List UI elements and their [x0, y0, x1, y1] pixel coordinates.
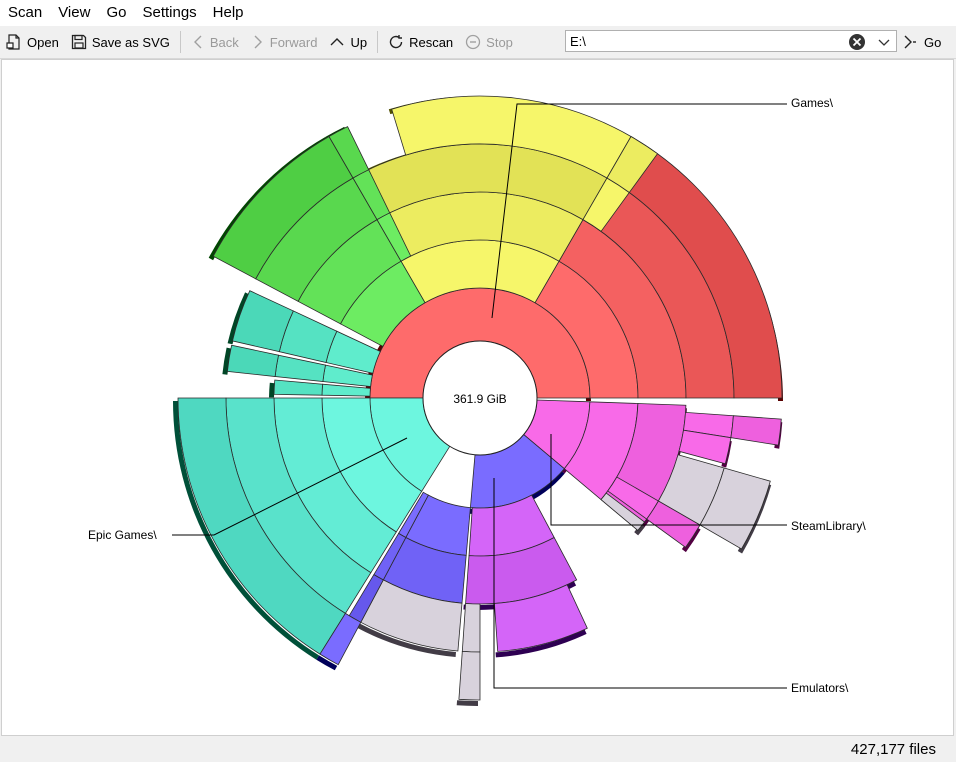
- stop-icon: [466, 34, 481, 50]
- menu-help[interactable]: Help: [205, 0, 252, 26]
- forward-label: Forward: [269, 34, 318, 50]
- segment-steam-outer[interactable]: [730, 415, 782, 446]
- up-button[interactable]: Up: [323, 28, 373, 56]
- go-button[interactable]: Go: [902, 30, 941, 54]
- toolbar-divider: [377, 31, 379, 53]
- file-count: 427,177 files: [850, 741, 936, 758]
- back-button[interactable]: Back: [185, 28, 245, 56]
- go-label: Go: [924, 34, 942, 50]
- open-label: Open: [27, 34, 59, 50]
- open-button[interactable]: Open: [0, 28, 65, 56]
- label-steamlibrary: SteamLibrary\: [791, 519, 866, 533]
- stop-button[interactable]: Stop: [459, 28, 519, 56]
- menu-go[interactable]: Go: [98, 0, 134, 26]
- menu-scan[interactable]: Scan: [0, 0, 50, 26]
- go-arrow-icon: [904, 35, 916, 49]
- menu-settings[interactable]: Settings: [134, 0, 204, 26]
- path-input[interactable]: [570, 32, 840, 50]
- menu-view[interactable]: View: [50, 0, 98, 26]
- save-svg-label: Save as SVG: [91, 34, 170, 50]
- stop-label: Stop: [486, 34, 513, 50]
- sunburst-chart-area[interactable]: 361.9 GiB Games\ SteamLibrary\ Emulators…: [1, 59, 954, 736]
- sunburst-chart: 361.9 GiB Games\ SteamLibrary\ Emulators…: [88, 95, 866, 707]
- up-label: Up: [350, 34, 368, 50]
- label-emulators: Emulators\: [791, 681, 849, 695]
- toolbar-divider: [179, 31, 181, 53]
- chevron-down-icon[interactable]: [876, 34, 892, 50]
- rescan-button[interactable]: Rescan: [382, 28, 459, 56]
- clear-icon[interactable]: [848, 33, 866, 51]
- label-games: Games\: [791, 96, 834, 110]
- segment-emulators-strip[interactable]: [458, 650, 481, 701]
- segment-games-teal-strip[interactable]: [273, 379, 324, 396]
- path-combobox[interactable]: [565, 30, 897, 52]
- segment-emulators-strip-depth: [456, 700, 478, 707]
- chevron-right-icon: [254, 35, 262, 49]
- open-file-icon: [6, 34, 20, 50]
- forward-button[interactable]: Forward: [245, 28, 324, 56]
- label-epic-games: Epic Games\: [88, 528, 157, 542]
- chevron-up-icon: [330, 38, 344, 46]
- menu-bar: Scan View Go Settings Help: [0, 0, 956, 26]
- segment-emulators-strip[interactable]: [461, 603, 481, 653]
- rescan-label: Rescan: [409, 34, 454, 50]
- save-svg-button[interactable]: Save as SVG: [65, 28, 176, 56]
- center-total-label: 361.9 GiB: [453, 392, 506, 406]
- back-label: Back: [209, 34, 239, 50]
- save-icon: [71, 34, 86, 50]
- chevron-left-icon: [193, 35, 202, 49]
- refresh-icon: [389, 35, 403, 49]
- status-bar: 427,177 files: [0, 737, 956, 762]
